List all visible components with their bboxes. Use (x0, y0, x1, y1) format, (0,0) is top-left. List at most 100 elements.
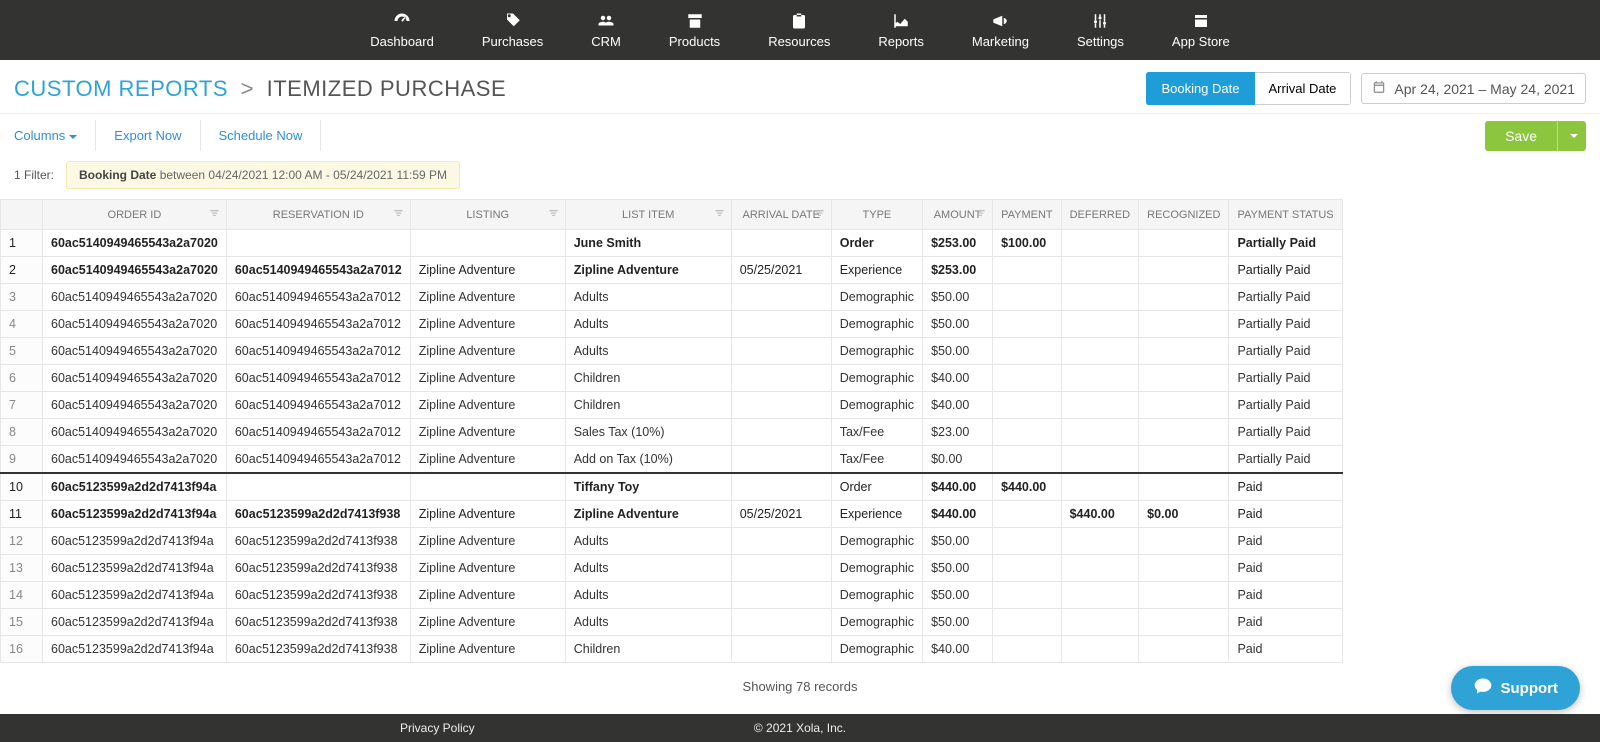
col-label: RECOGNIZED (1147, 209, 1220, 221)
cell (993, 528, 1062, 555)
table-row[interactable]: 660ac5140949465543a2a702060ac51409494655… (1, 365, 1343, 392)
booking-date-toggle[interactable]: Booking Date (1146, 72, 1254, 105)
col-listing[interactable]: LISTING (410, 200, 565, 230)
nav-item-app-store[interactable]: App Store (1148, 0, 1254, 60)
filter-icon[interactable] (814, 208, 825, 222)
cell: Partially Paid (1229, 338, 1342, 365)
cell: 60ac5140949465543a2a7012 (226, 392, 410, 419)
filter-chip[interactable]: Booking Date between 04/24/2021 12:00 AM… (66, 161, 460, 189)
col-payment[interactable]: PAYMENT (993, 200, 1062, 230)
cell: 60ac5140949465543a2a7012 (226, 338, 410, 365)
col-arrival-date[interactable]: ARRIVAL DATE (731, 200, 831, 230)
schedule-button[interactable]: Schedule Now (201, 120, 322, 151)
table-row[interactable]: 1060ac5123599a2d2d7413f94aTiffany ToyOrd… (1, 473, 1343, 501)
nav-item-crm[interactable]: CRM (567, 0, 645, 60)
nav-label: App Store (1172, 34, 1230, 49)
nav-item-reports[interactable]: Reports (854, 0, 948, 60)
col-label: ARRIVAL DATE (743, 209, 820, 221)
col-recognized[interactable]: RECOGNIZED (1139, 200, 1229, 230)
cell: Demographic (831, 528, 922, 555)
table-row[interactable]: 760ac5140949465543a2a702060ac51409494655… (1, 392, 1343, 419)
top-nav: DashboardPurchasesCRMProductsResourcesRe… (0, 0, 1600, 60)
row-number: 10 (1, 473, 43, 501)
cell: Sales Tax (10%) (565, 419, 731, 446)
filter-icon[interactable] (393, 208, 404, 222)
table-row[interactable]: 1560ac5123599a2d2d7413f94a60ac5123599a2d… (1, 609, 1343, 636)
cell: Zipline Adventure (410, 609, 565, 636)
table-row[interactable]: 260ac5140949465543a2a702060ac51409494655… (1, 257, 1343, 284)
row-number: 1 (1, 230, 43, 257)
col-list-item[interactable]: LIST ITEM (565, 200, 731, 230)
filter-icon[interactable] (714, 208, 725, 222)
filter-text: between 04/24/2021 12:00 AM - 05/24/2021… (160, 168, 447, 182)
table-row[interactable]: 560ac5140949465543a2a702060ac51409494655… (1, 338, 1343, 365)
filter-icon[interactable] (209, 208, 220, 222)
col-order-id[interactable]: ORDER ID (43, 200, 227, 230)
save-dropdown-button[interactable] (1557, 121, 1586, 151)
export-button[interactable]: Export Now (96, 120, 200, 151)
cell: Tiffany Toy (565, 473, 731, 501)
cell: 60ac5140949465543a2a7020 (43, 284, 227, 311)
toolbar: Columns Export Now Schedule Now Save (0, 114, 1600, 157)
nav-item-marketing[interactable]: Marketing (948, 0, 1053, 60)
filter-icon[interactable] (975, 208, 986, 222)
cell: Paid (1229, 473, 1342, 501)
nav-item-products[interactable]: Products (645, 0, 744, 60)
cell (993, 284, 1062, 311)
cell (731, 419, 831, 446)
chat-icon (1473, 676, 1501, 700)
cell (1061, 528, 1139, 555)
table-row[interactable]: 1160ac5123599a2d2d7413f94a60ac5123599a2d… (1, 501, 1343, 528)
cell: 05/25/2021 (731, 501, 831, 528)
cell: $50.00 (923, 555, 993, 582)
cell: Demographic (831, 582, 922, 609)
cell (1139, 555, 1229, 582)
cell: 60ac5123599a2d2d7413f94a (43, 473, 227, 501)
breadcrumb-sep: > (241, 76, 254, 101)
col-payment-status[interactable]: PAYMENT STATUS (1229, 200, 1342, 230)
row-number: 7 (1, 392, 43, 419)
table-row[interactable]: 1660ac5123599a2d2d7413f94a60ac5123599a2d… (1, 636, 1343, 663)
cell (993, 582, 1062, 609)
table-row[interactable]: 360ac5140949465543a2a702060ac51409494655… (1, 284, 1343, 311)
row-number: 8 (1, 419, 43, 446)
table-row[interactable]: 460ac5140949465543a2a702060ac51409494655… (1, 311, 1343, 338)
table-row[interactable]: 1360ac5123599a2d2d7413f94a60ac5123599a2d… (1, 555, 1343, 582)
cell (1139, 365, 1229, 392)
table-row[interactable]: 1260ac5123599a2d2d7413f94a60ac5123599a2d… (1, 528, 1343, 555)
cell (993, 446, 1062, 474)
support-button[interactable]: Support (1451, 666, 1581, 710)
table-row[interactable]: 960ac5140949465543a2a702060ac51409494655… (1, 446, 1343, 474)
save-button[interactable]: Save (1485, 121, 1557, 151)
filter-icon[interactable] (548, 208, 559, 222)
cell: Adults (565, 528, 731, 555)
row-number: 12 (1, 528, 43, 555)
columns-button[interactable]: Columns (0, 120, 96, 151)
chart-icon (891, 12, 911, 30)
row-number: 16 (1, 636, 43, 663)
col-deferred[interactable]: DEFERRED (1061, 200, 1139, 230)
cell (731, 230, 831, 257)
grid-wrap[interactable]: ORDER IDRESERVATION IDLISTINGLIST ITEM AR… (0, 199, 1600, 667)
cell: 60ac5123599a2d2d7413f94a (43, 555, 227, 582)
cell: $440.00 (923, 473, 993, 501)
nav-item-settings[interactable]: Settings (1053, 0, 1148, 60)
nav-item-resources[interactable]: Resources (744, 0, 854, 60)
privacy-policy-link[interactable]: Privacy Policy (400, 721, 475, 735)
cell: $40.00 (923, 365, 993, 392)
table-row[interactable]: 1460ac5123599a2d2d7413f94a60ac5123599a2d… (1, 582, 1343, 609)
arrival-date-toggle[interactable]: Arrival Date (1255, 72, 1352, 105)
breadcrumb-root[interactable]: CUSTOM REPORTS (14, 76, 228, 101)
col-reservation-id[interactable]: RESERVATION ID (226, 200, 410, 230)
cell: Partially Paid (1229, 392, 1342, 419)
col-type[interactable]: TYPE (831, 200, 922, 230)
cell: Zipline Adventure (410, 257, 565, 284)
row-number: 13 (1, 555, 43, 582)
nav-item-dashboard[interactable]: Dashboard (346, 0, 458, 60)
table-row[interactable]: 860ac5140949465543a2a702060ac51409494655… (1, 419, 1343, 446)
col-amount[interactable]: AMOUNT (923, 200, 993, 230)
table-row[interactable]: 160ac5140949465543a2a7020June SmithOrder… (1, 230, 1343, 257)
nav-item-purchases[interactable]: Purchases (458, 0, 567, 60)
date-range-picker[interactable]: Apr 24, 2021 – May 24, 2021 (1361, 73, 1586, 104)
sliders-icon (1090, 12, 1110, 30)
